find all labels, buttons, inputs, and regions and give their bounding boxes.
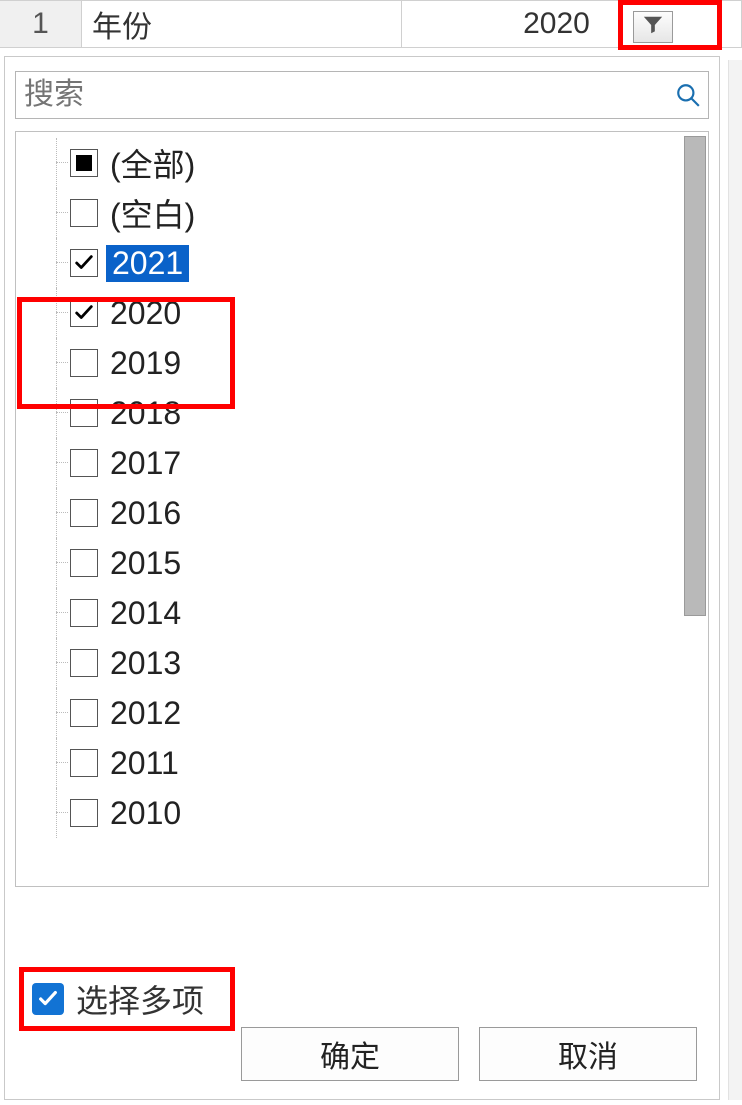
checkbox-unchecked-icon[interactable]	[70, 399, 98, 427]
tree-item-label: 2013	[106, 645, 185, 682]
tree-item-label: 2020	[106, 295, 185, 332]
select-multiple-option[interactable]: 选择多项	[19, 967, 235, 1031]
tree-item-label: 2010	[106, 795, 185, 832]
field-value-text: 2020	[523, 7, 590, 41]
tree-item-label: 2014	[106, 595, 185, 632]
tree-item-label: 2017	[106, 445, 185, 482]
tree-item-year[interactable]: 2012	[16, 688, 680, 738]
ok-button-label: 确定	[320, 1032, 380, 1076]
tree-item-label: 2019	[106, 345, 185, 382]
tree-item-blank[interactable]: (空白)	[16, 188, 680, 238]
tree-item-year[interactable]: 2020	[16, 288, 680, 338]
checkbox-checked-icon[interactable]	[70, 299, 98, 327]
tree-item-year[interactable]: 2010	[16, 788, 680, 838]
filter-tree-container: (全部) (空白) 2021 2020 2019 2018 2017 2016 2015 20…	[15, 131, 709, 887]
ok-button[interactable]: 确定	[241, 1027, 459, 1081]
tree-item-label: 2012	[106, 695, 185, 732]
row-number: 1	[32, 7, 49, 41]
tree-item-year[interactable]: 2011	[16, 738, 680, 788]
filter-button-highlight	[618, 0, 722, 50]
checkbox-unchecked-icon[interactable]	[70, 549, 98, 577]
checkbox-unchecked-icon[interactable]	[70, 499, 98, 527]
tree-item-label: 2018	[106, 395, 185, 432]
checkbox-unchecked-icon[interactable]	[70, 649, 98, 677]
tree-item-label: 2011	[106, 745, 183, 782]
tree-item-all[interactable]: (全部)	[16, 138, 680, 188]
funnel-dropdown-icon	[642, 14, 664, 41]
tree-item-year[interactable]: 2017	[16, 438, 680, 488]
checkbox-unchecked-icon[interactable]	[70, 799, 98, 827]
checkbox-unchecked-icon[interactable]	[70, 349, 98, 377]
dialog-button-row: 确定 取消	[5, 1027, 719, 1091]
tree-item-label: (全部)	[106, 140, 199, 186]
search-input[interactable]	[16, 72, 668, 118]
checkbox-unchecked-icon[interactable]	[70, 449, 98, 477]
checkbox-unchecked-icon[interactable]	[70, 749, 98, 777]
search-icon	[668, 82, 708, 108]
select-multiple-label: 选择多项	[76, 976, 204, 1022]
filter-tree: (全部) (空白) 2021 2020 2019 2018 2017 2016 2015 20…	[16, 132, 680, 886]
tree-item-year[interactable]: 2013	[16, 638, 680, 688]
filter-dropdown-panel: (全部) (空白) 2021 2020 2019 2018 2017 2016 2015 20…	[4, 56, 720, 1100]
tree-item-label: 2015	[106, 545, 185, 582]
checkbox-checked-icon[interactable]	[70, 249, 98, 277]
checkbox-indeterminate-icon[interactable]	[70, 149, 98, 177]
vertical-scrollbar[interactable]	[684, 136, 706, 616]
tree-item-year[interactable]: 2016	[16, 488, 680, 538]
background-gridline	[728, 60, 742, 1100]
cancel-button-label: 取消	[558, 1032, 618, 1076]
field-name-cell[interactable]: 年份	[82, 0, 402, 47]
tree-item-year[interactable]: 2021	[16, 238, 680, 288]
checkbox-unchecked-icon[interactable]	[70, 599, 98, 627]
filter-dropdown-button[interactable]	[633, 11, 673, 43]
tree-item-year[interactable]: 2018	[16, 388, 680, 438]
row-number-cell: 1	[0, 0, 82, 47]
tree-item-label: 2016	[106, 495, 185, 532]
checkbox-checked-icon	[32, 983, 64, 1015]
tree-item-year[interactable]: 2019	[16, 338, 680, 388]
checkbox-unchecked-icon[interactable]	[70, 699, 98, 727]
field-name-text: 年份	[92, 2, 152, 46]
checkbox-unchecked-icon[interactable]	[70, 199, 98, 227]
tree-item-label: 2021	[106, 245, 189, 282]
tree-item-label: (空白)	[106, 190, 199, 236]
search-box[interactable]	[15, 71, 709, 119]
tree-item-year[interactable]: 2015	[16, 538, 680, 588]
cancel-button[interactable]: 取消	[479, 1027, 697, 1081]
tree-item-year[interactable]: 2014	[16, 588, 680, 638]
